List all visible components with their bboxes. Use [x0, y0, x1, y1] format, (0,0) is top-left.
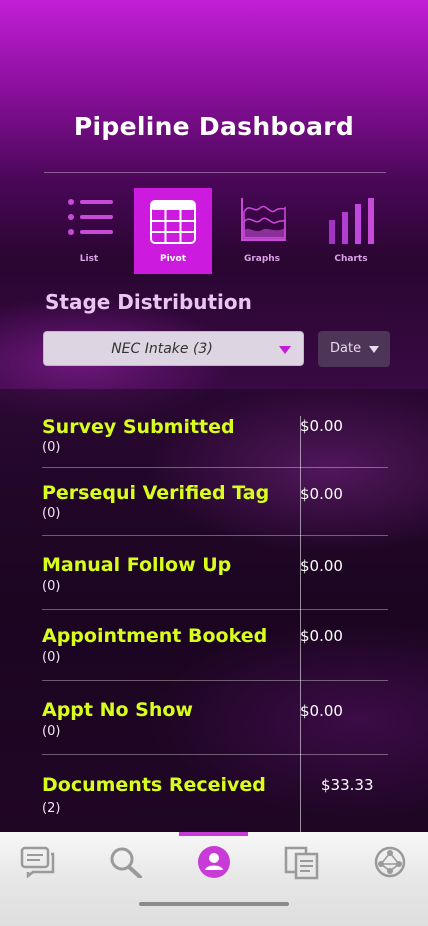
stage-table: [0, 389, 428, 832]
chevron-down-icon: [279, 346, 291, 354]
stage-name: Appointment Booked: [42, 625, 268, 647]
active-tab-indicator: [179, 832, 248, 836]
title-divider: [44, 172, 386, 173]
user-icon: [198, 846, 230, 878]
search-icon: [110, 847, 142, 879]
row-divider: [42, 754, 388, 755]
view-tab-label: List: [79, 254, 99, 264]
stage-count: (0): [42, 506, 61, 521]
stage-name: Persequi Verified Tag: [42, 482, 270, 504]
chevron-down-icon: [369, 346, 379, 353]
row-divider: [42, 609, 388, 610]
list-icon: [68, 199, 113, 235]
tab-chat[interactable]: [20, 846, 56, 879]
column-divider: [300, 416, 301, 832]
view-switcher: List Pivot Graphs Charts: [46, 188, 390, 274]
stage-amount: $0.00: [300, 485, 343, 503]
stage-name: Appt No Show: [42, 699, 193, 721]
stage-name: Manual Follow Up: [42, 554, 232, 576]
row-divider: [42, 680, 388, 681]
view-tab-pivot[interactable]: Pivot: [134, 188, 212, 274]
stage-count: (0): [42, 440, 61, 455]
tab-network[interactable]: [372, 846, 408, 878]
stage-count: (2): [42, 801, 61, 816]
network-icon: [374, 846, 406, 878]
tab-profile[interactable]: [196, 844, 232, 878]
view-tab-list[interactable]: List: [50, 188, 128, 274]
pipeline-select-value: NEC Intake (3): [111, 341, 213, 357]
stage-amount: $33.33: [321, 776, 374, 794]
tab-documents[interactable]: [284, 846, 320, 880]
page-title: Pipeline Dashboard: [73, 112, 355, 141]
date-select-value: Date: [330, 341, 362, 356]
row-divider: [42, 535, 388, 536]
view-tab-label: Charts: [334, 254, 368, 264]
stage-count: (0): [42, 650, 61, 665]
view-tab-graphs[interactable]: Graphs: [223, 188, 301, 274]
stage-amount: $0.00: [300, 702, 343, 720]
stage-amount: $0.00: [300, 557, 343, 575]
stage-count: (0): [42, 579, 61, 594]
view-tab-label: Graphs: [243, 254, 281, 264]
pipeline-select[interactable]: NEC Intake (3): [43, 331, 304, 366]
row-divider: [42, 467, 388, 468]
pivot-table-icon: [150, 200, 196, 244]
stage-amount: $0.00: [300, 417, 343, 435]
view-tab-label: Pivot: [159, 254, 187, 264]
date-select[interactable]: Date: [318, 331, 390, 367]
area-graph-icon: [241, 198, 286, 241]
chat-icon: [20, 846, 55, 879]
section-title: Stage Distribution: [45, 290, 252, 314]
home-indicator: [139, 902, 289, 906]
stage-amount: $0.00: [300, 627, 343, 645]
stage-count: (0): [42, 724, 61, 739]
documents-icon: [284, 846, 319, 880]
stage-name: Survey Submitted: [42, 416, 235, 438]
view-tab-charts[interactable]: Charts: [312, 188, 390, 274]
stage-name: Documents Received: [42, 774, 266, 796]
bar-chart-icon: [329, 198, 374, 244]
tab-search[interactable]: [108, 846, 144, 879]
